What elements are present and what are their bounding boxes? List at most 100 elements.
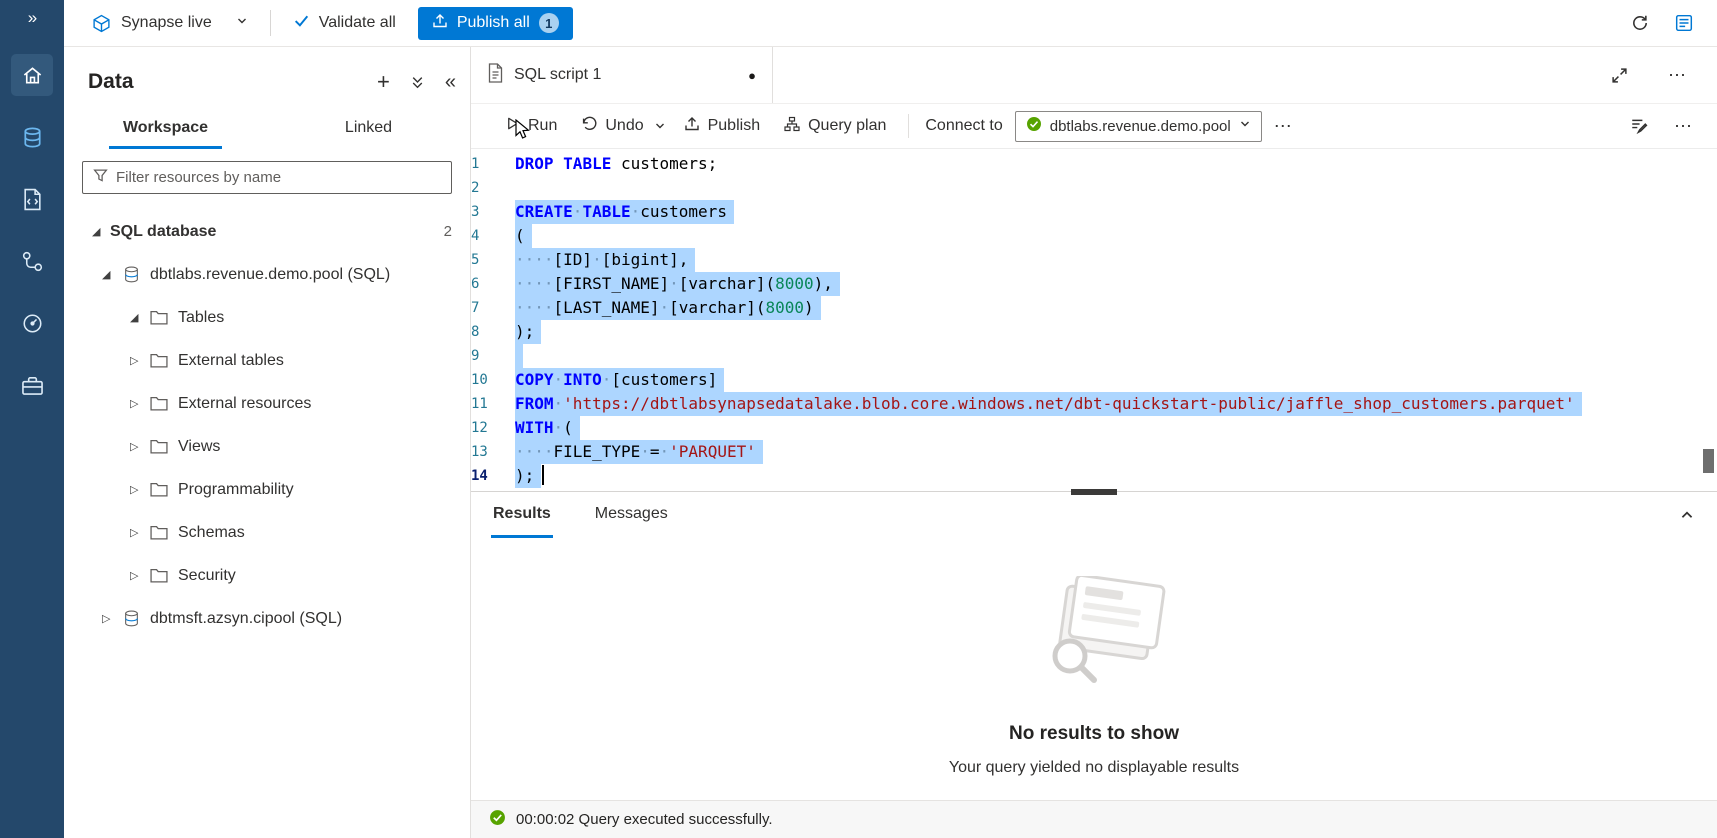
code-line-9[interactable]: 9 <box>471 344 1717 368</box>
results-resize-handle[interactable] <box>1071 489 1117 495</box>
code-line-11[interactable]: 11FROM·'https://dbtlabsynapsedatalake.bl… <box>471 392 1717 416</box>
code-line-6[interactable]: 6····[FIRST_NAME]·[varchar](8000), <box>471 272 1717 296</box>
tab-more-actions-button[interactable]: ⋯ <box>1656 65 1699 86</box>
code-line-10[interactable]: 10COPY·INTO·[customers] <box>471 368 1717 392</box>
code-line-7[interactable]: 7····[LAST_NAME]·[varchar](8000) <box>471 296 1717 320</box>
selection-highlight: COPY·INTO·[customers] <box>515 368 724 392</box>
query-plan-button[interactable]: Query plan <box>772 109 898 143</box>
chevron-collapsed-icon[interactable]: ▷ <box>130 569 148 582</box>
run-play-icon <box>505 116 520 136</box>
properties-icon[interactable] <box>1620 117 1658 135</box>
rail-monitor-button[interactable] <box>0 292 64 354</box>
undo-dropdown-chevron[interactable] <box>648 109 672 143</box>
tree-item-views[interactable]: ▷Views <box>64 425 470 468</box>
tree-item-label: dbtmsft.azsyn.cipool (SQL) <box>150 610 342 628</box>
code-text: ); <box>515 464 544 488</box>
scrollbar-cursor-marker[interactable] <box>1703 449 1714 473</box>
tree-item-label: Security <box>178 567 236 585</box>
refresh-button[interactable] <box>1631 14 1649 32</box>
tree-item-sql-database[interactable]: ◢SQL database2 <box>64 210 470 253</box>
rail-integrate-button[interactable] <box>0 230 64 292</box>
tree-item-tables[interactable]: ◢Tables <box>64 296 470 339</box>
develop-icon <box>11 178 53 220</box>
code-line-4[interactable]: 4( <box>471 224 1717 248</box>
validate-all-button[interactable]: Validate all <box>293 12 396 34</box>
add-resource-button[interactable]: + <box>377 69 390 95</box>
code-line-13[interactable]: 13····FILE_TYPE·=·'PARQUET' <box>471 440 1717 464</box>
chevron-collapsed-icon[interactable]: ▷ <box>130 483 148 496</box>
selection-highlight: ); <box>515 464 541 488</box>
chevron-collapsed-icon[interactable]: ▷ <box>102 612 120 625</box>
tree-item-count: 2 <box>444 223 452 240</box>
empty-results-title: No results to show <box>1009 723 1179 745</box>
chevron-collapsed-icon[interactable]: ▷ <box>130 440 148 453</box>
data-icon <box>11 116 53 158</box>
code-line-1[interactable]: 1DROP TABLE customers; <box>471 152 1717 176</box>
synapse-live-icon <box>92 14 111 33</box>
tab-messages[interactable]: Messages <box>593 493 670 538</box>
toolbar-more-button[interactable]: ⋯ <box>1262 116 1305 137</box>
line-number: 14 <box>471 464 515 488</box>
synapse-studio-app: » Synapse live <box>0 0 1717 838</box>
chevron-expanded-icon[interactable]: ◢ <box>130 311 148 324</box>
tab-linked[interactable]: Linked <box>267 109 470 149</box>
tree-item-schemas[interactable]: ▷Schemas <box>64 511 470 554</box>
tree-item-security[interactable]: ▷ Security <box>64 554 470 597</box>
code-line-12[interactable]: 12WITH·( <box>471 416 1717 440</box>
connect-to-pool-select[interactable]: dbtlabs.revenue.demo.pool <box>1015 111 1262 142</box>
run-button[interactable]: Run <box>493 109 569 143</box>
undo-icon <box>581 116 597 137</box>
collapse-all-icon[interactable] <box>410 75 425 90</box>
mode-selector[interactable]: Synapse live <box>92 14 248 33</box>
publish-all-button[interactable]: Publish all 1 <box>418 7 573 40</box>
tree-item-dbtmsft-azsyn-cipool-sql[interactable]: ▷ dbtmsft.azsyn.cipool (SQL) <box>64 597 470 640</box>
collapse-panel-button[interactable]: « <box>445 71 456 94</box>
tree-item-external-tables[interactable]: ▷External tables <box>64 339 470 382</box>
folder-icon <box>148 439 170 454</box>
publish-button[interactable]: Publish <box>672 109 772 143</box>
tab-results[interactable]: Results <box>491 493 553 538</box>
query-plan-icon <box>784 116 800 137</box>
publish-label: Publish <box>708 117 760 135</box>
selection-highlight <box>515 344 523 368</box>
rail-develop-button[interactable] <box>0 168 64 230</box>
panel-title: Data <box>88 70 134 94</box>
chevron-collapsed-icon[interactable]: ▷ <box>130 526 148 539</box>
rail-manage-button[interactable] <box>0 354 64 416</box>
line-number: 10 <box>471 368 515 392</box>
rail-data-button[interactable] <box>0 106 64 168</box>
code-line-14[interactable]: 14); <box>471 464 1717 488</box>
tree-item-external-resources[interactable]: ▷External resources <box>64 382 470 425</box>
filter-funnel-icon <box>93 168 108 188</box>
editor-toolbar: Run Undo Publis <box>471 104 1717 149</box>
line-number: 6 <box>471 272 515 296</box>
chevron-collapsed-icon[interactable]: ▷ <box>130 354 148 367</box>
chevron-expanded-icon[interactable]: ◢ <box>102 268 120 281</box>
query-status-bar: 00:00:02 Query executed successfully. <box>471 800 1717 838</box>
chevron-collapsed-icon[interactable]: ▷ <box>130 397 148 410</box>
code-line-3[interactable]: 3CREATE·TABLE·customers <box>471 200 1717 224</box>
rail-home-button[interactable] <box>0 44 64 106</box>
collapse-results-chevron-up[interactable] <box>1679 507 1695 523</box>
tree-item-label: dbtlabs.revenue.demo.pool (SQL) <box>150 266 390 284</box>
tree-item-label: Programmability <box>178 481 294 499</box>
expand-rail-button[interactable]: » <box>0 0 64 36</box>
line-number: 3 <box>471 200 515 224</box>
undo-button[interactable]: Undo <box>569 109 655 143</box>
tab-workspace[interactable]: Workspace <box>64 109 267 149</box>
filter-resources-input[interactable] <box>116 169 441 186</box>
tree-item-programmability[interactable]: ▷ Programmability <box>64 468 470 511</box>
expand-editor-button[interactable] <box>1611 67 1628 84</box>
toolbar-right-more-button[interactable]: ⋯ <box>1662 116 1705 137</box>
tab-sql-script-1[interactable]: SQL script 1 ● <box>471 47 773 103</box>
code-line-5[interactable]: 5····[ID]·[bigint], <box>471 248 1717 272</box>
code-line-8[interactable]: 8); <box>471 320 1717 344</box>
left-rail: » <box>0 0 64 838</box>
tree-item-dbtlabs-revenue-demo-pool-sql[interactable]: ◢ dbtlabs.revenue.demo.pool (SQL) <box>64 253 470 296</box>
code-line-2[interactable]: 2 <box>471 176 1717 200</box>
sql-code-editor[interactable]: 1DROP TABLE customers;23CREATE·TABLE·cus… <box>471 149 1717 491</box>
selection-highlight: ····[ID]·[bigint], <box>515 248 695 272</box>
data-panel: Data + « Workspace Linked <box>64 47 471 838</box>
chevron-expanded-icon[interactable]: ◢ <box>92 225 110 238</box>
notifications-panel-button[interactable] <box>1675 14 1693 32</box>
